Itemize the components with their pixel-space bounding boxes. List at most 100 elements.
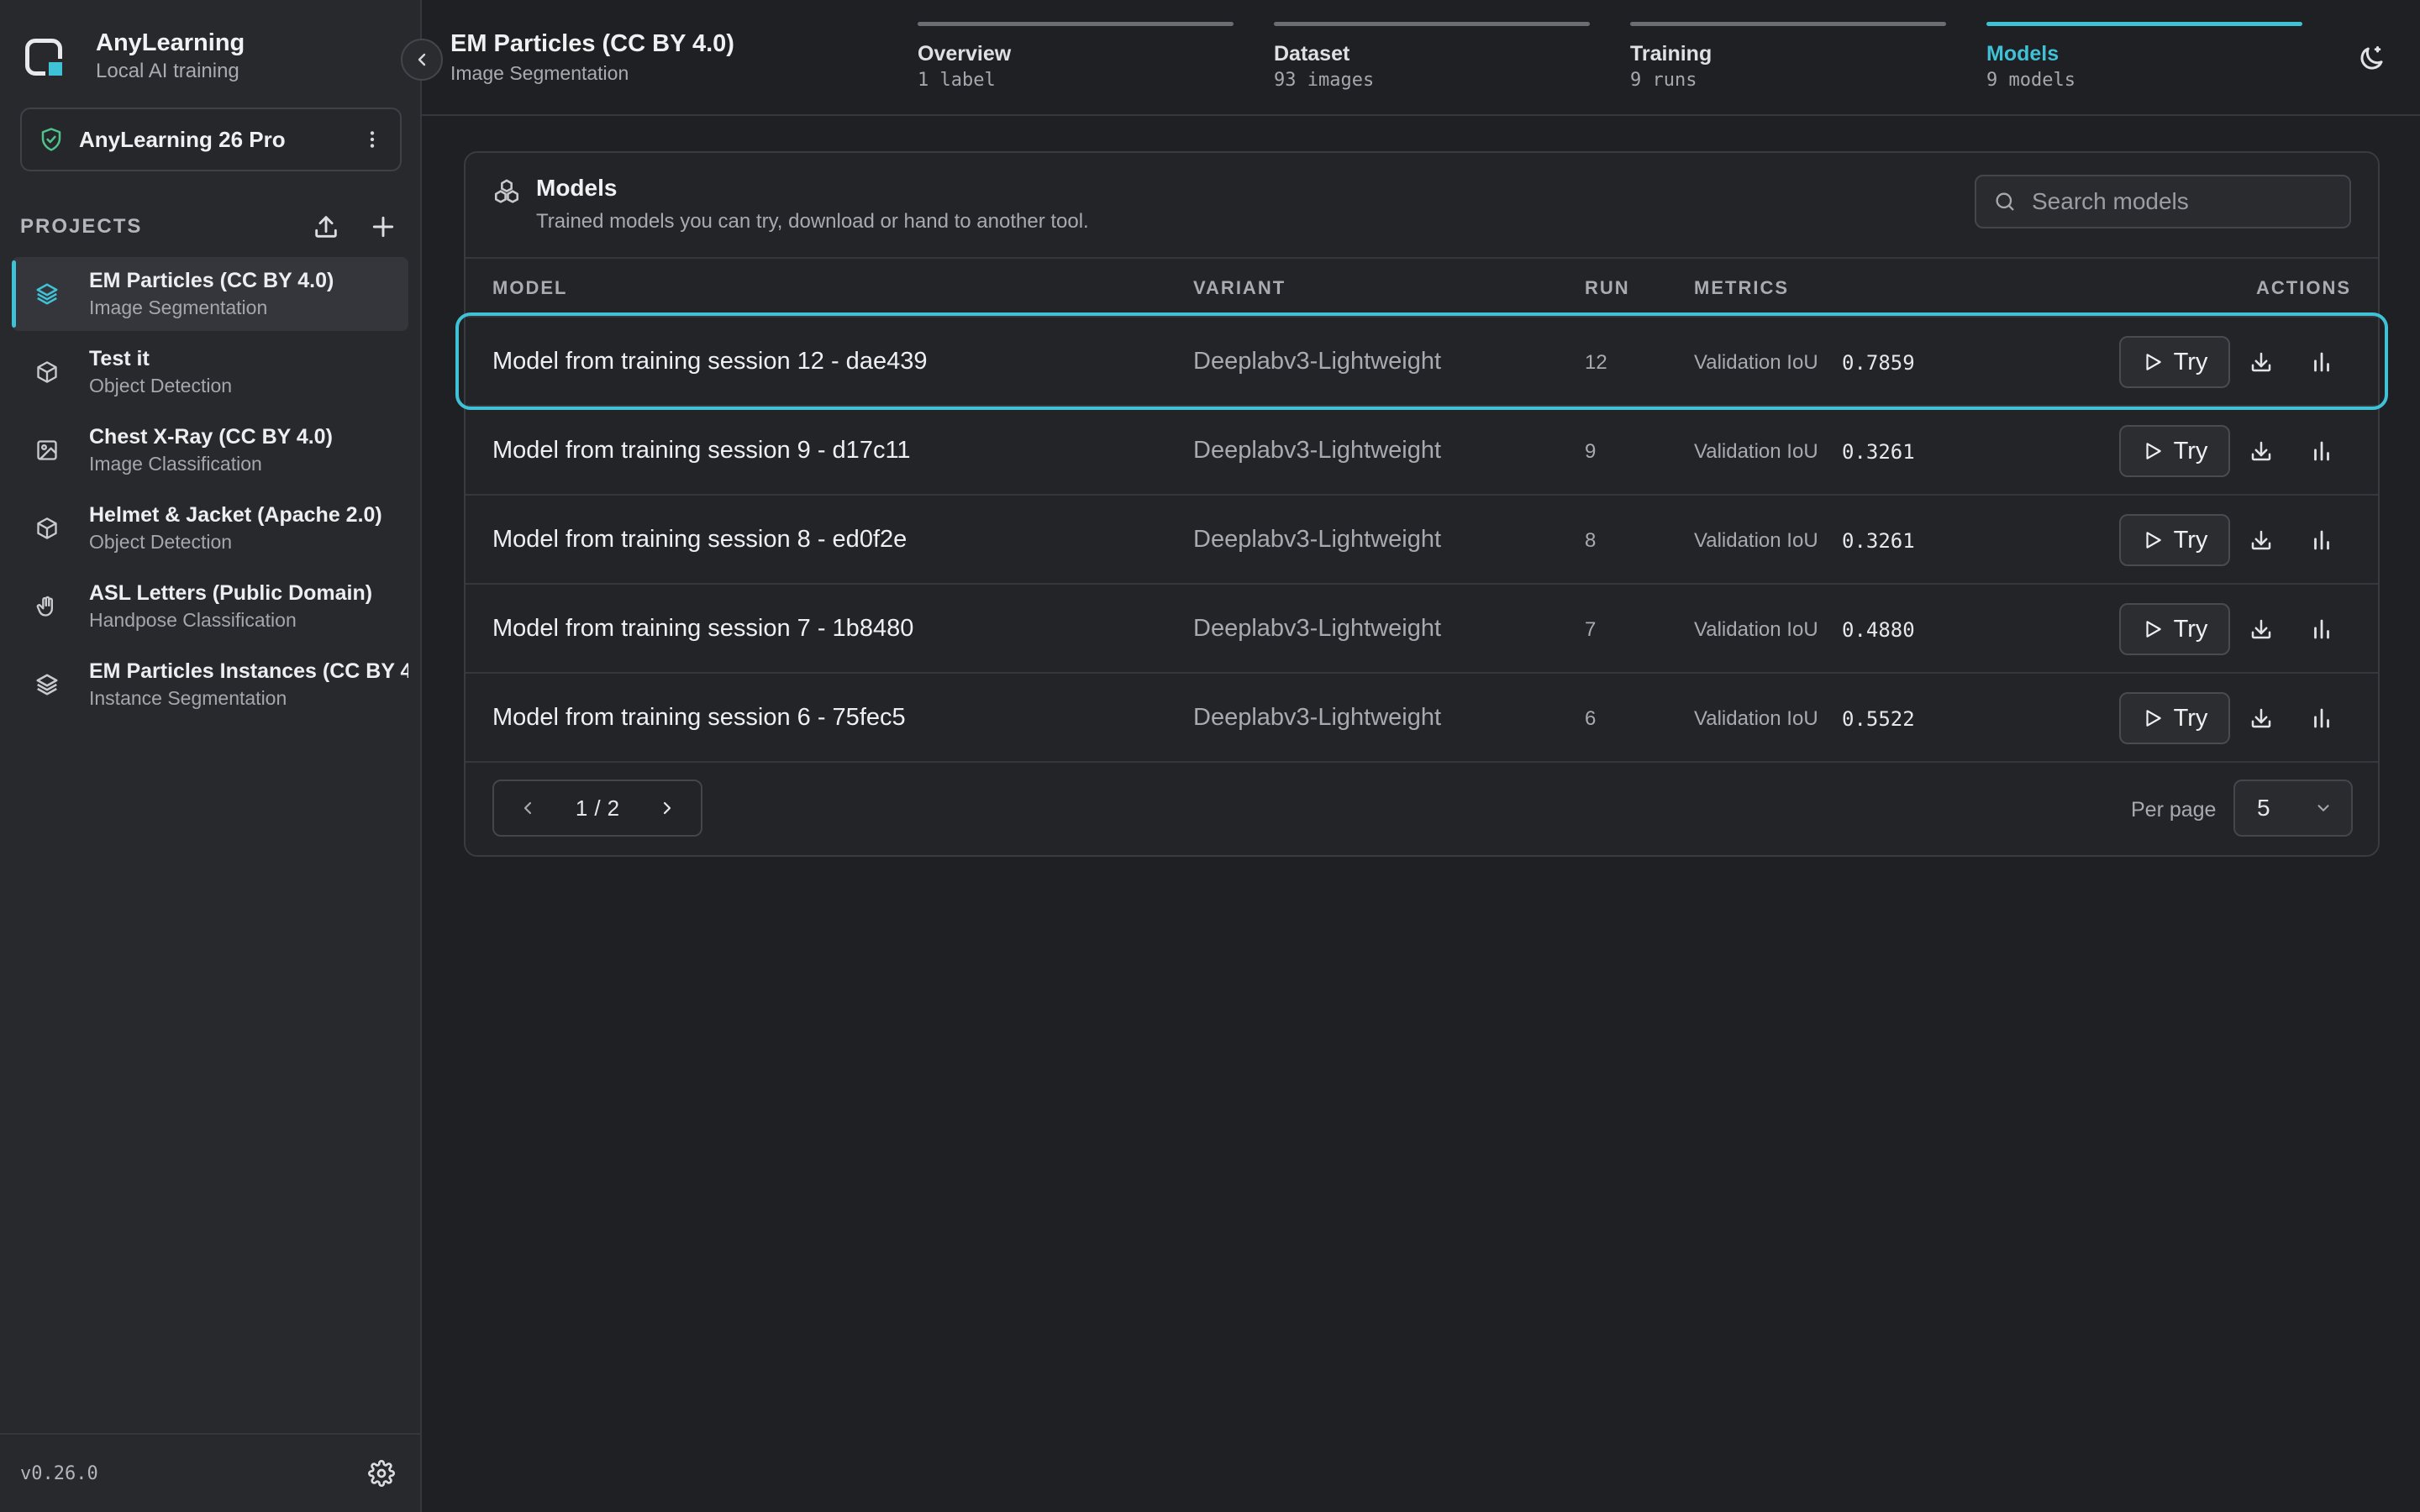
project-item[interactable]: ASL Letters (Public Domain) Handpose Cla…	[12, 570, 408, 643]
download-button[interactable]	[2242, 343, 2281, 381]
settings-button[interactable]	[363, 1455, 400, 1492]
column-header-actions: ACTIONS	[2256, 277, 2351, 298]
bar-chart-icon	[2314, 619, 2329, 639]
chevron-down-icon	[2317, 805, 2329, 811]
brand: AnyLearning Local AI training	[25, 29, 245, 86]
project-item[interactable]: EM Particles (CC BY 4.0) Image Segmentat…	[12, 257, 408, 331]
page-indicator: 1/2	[572, 795, 623, 822]
download-button[interactable]	[2242, 610, 2281, 648]
model-run: 9	[1585, 440, 1597, 463]
layers-icon	[34, 671, 60, 698]
chevron-left-icon[interactable]	[518, 798, 538, 818]
project-name: Chest X-Ray (CC BY 4.0)	[89, 425, 333, 449]
theme-toggle-button[interactable]	[2353, 40, 2390, 77]
metrics-button[interactable]	[2302, 521, 2341, 559]
try-label: Try	[2173, 704, 2208, 732]
per-page-label: Per page	[2131, 798, 2217, 822]
current-project-name: EM Particles (CC BY 4.0)	[450, 30, 734, 57]
step-label: Dataset	[1274, 42, 1350, 66]
play-icon	[2146, 532, 2161, 549]
step-progress-bar	[1986, 22, 2302, 26]
import-project-button[interactable]	[308, 208, 345, 245]
play-icon	[2146, 443, 2161, 459]
models-title: Models	[536, 175, 618, 201]
tab-models[interactable]: Models 9 models	[1986, 22, 2302, 93]
tab-dataset[interactable]: Dataset 93 images	[1274, 22, 1590, 93]
per-page-value: 5	[2257, 795, 2270, 821]
tab-training[interactable]: Training 9 runs	[1630, 22, 1946, 93]
download-button[interactable]	[2242, 432, 2281, 470]
model-variant: Deeplabv3-Lightweight	[1193, 615, 1442, 642]
download-icon	[2251, 441, 2271, 461]
column-header-run: RUN	[1585, 277, 1630, 298]
project-item[interactable]: Test it Object Detection	[12, 335, 408, 409]
metric-value: 0.3261	[1842, 440, 1915, 464]
metrics-button[interactable]	[2302, 432, 2341, 470]
collapse-sidebar-button[interactable]	[401, 39, 443, 81]
project-type: Object Detection	[89, 375, 233, 396]
step-subtitle: 1 label	[918, 70, 996, 91]
download-button[interactable]	[2242, 699, 2281, 738]
sidebar: AnyLearning Local AI training AnyLearnin…	[0, 0, 422, 1512]
image-icon	[34, 437, 60, 464]
try-button[interactable]: Try	[2119, 692, 2230, 744]
table-row[interactable]: Model from training session 7 - 1b8480 D…	[466, 585, 2378, 674]
model-name: Model from training session 12 - dae439	[492, 348, 928, 375]
try-button[interactable]: Try	[2119, 603, 2230, 655]
project-type: Object Detection	[89, 531, 233, 553]
table-row[interactable]: Model from training session 8 - ed0f2e D…	[466, 496, 2378, 585]
chevron-right-icon[interactable]	[657, 798, 677, 818]
project-name: Helmet & Jacket (Apache 2.0)	[89, 503, 382, 527]
step-subtitle: 9 runs	[1630, 70, 1697, 91]
step-progress-bar	[1274, 22, 1590, 26]
plan-card[interactable]: AnyLearning 26 Pro	[20, 108, 402, 171]
model-variant: Deeplabv3-Lightweight	[1193, 526, 1442, 553]
search-input[interactable]	[2032, 188, 2334, 215]
add-project-button[interactable]	[365, 208, 402, 245]
step-label: Training	[1630, 42, 1712, 66]
search-icon	[1996, 192, 2014, 211]
try-label: Try	[2173, 615, 2208, 643]
step-label: Models	[1986, 42, 2060, 66]
app-subtitle: Local AI training	[96, 60, 239, 82]
shield-check-icon	[41, 128, 61, 151]
try-label: Try	[2173, 437, 2208, 465]
chevron-left-icon	[418, 53, 426, 66]
model-variant: Deeplabv3-Lightweight	[1193, 348, 1442, 375]
upload-icon	[315, 216, 337, 238]
tab-overview[interactable]: Overview 1 label	[918, 22, 1234, 93]
models-icon	[494, 179, 519, 203]
try-label: Try	[2173, 526, 2208, 554]
project-item[interactable]: Chest X-Ray (CC BY 4.0) Image Classifica…	[12, 413, 408, 487]
models-subtitle: Trained models you can try, download or …	[536, 210, 1089, 233]
bar-chart-icon	[2314, 530, 2329, 550]
try-button[interactable]: Try	[2119, 425, 2230, 477]
project-name: EM Particles Instances (CC BY 4.0)	[89, 659, 408, 683]
project-item[interactable]: EM Particles Instances (CC BY 4.0) Insta…	[12, 648, 408, 722]
metrics-button[interactable]	[2302, 610, 2341, 648]
try-button[interactable]: Try	[2119, 514, 2230, 566]
project-type: Handpose Classification	[89, 609, 297, 631]
model-name: Model from training session 6 - 75fec5	[492, 704, 906, 731]
table-row[interactable]: Model from training session 9 - d17c11 D…	[466, 407, 2378, 496]
table-row[interactable]: Model from training session 12 - dae439 …	[455, 312, 2388, 410]
models-panel-header: Models Trained models you can try, downl…	[466, 153, 2378, 259]
gear-icon	[368, 1460, 395, 1487]
download-button[interactable]	[2242, 521, 2281, 559]
model-name: Model from training session 8 - ed0f2e	[492, 526, 908, 553]
model-run: 12	[1585, 351, 1607, 374]
metrics-button[interactable]	[2302, 343, 2341, 381]
project-name: Test it	[89, 347, 150, 370]
project-item[interactable]: Helmet & Jacket (Apache 2.0) Object Dete…	[12, 491, 408, 565]
cube-icon	[34, 359, 60, 386]
table-row[interactable]: Model from training session 6 - 75fec5 D…	[466, 674, 2378, 763]
app-logo	[25, 39, 66, 79]
more-vertical-icon[interactable]	[361, 129, 383, 150]
metric-label: Validation IoU	[1694, 440, 1818, 463]
try-button[interactable]: Try	[2119, 336, 2230, 388]
bar-chart-icon	[2314, 352, 2329, 372]
metric-value: 0.7859	[1842, 351, 1915, 375]
per-page-select[interactable]: 5	[2233, 780, 2353, 837]
metrics-button[interactable]	[2302, 699, 2341, 738]
model-run: 6	[1585, 707, 1597, 730]
